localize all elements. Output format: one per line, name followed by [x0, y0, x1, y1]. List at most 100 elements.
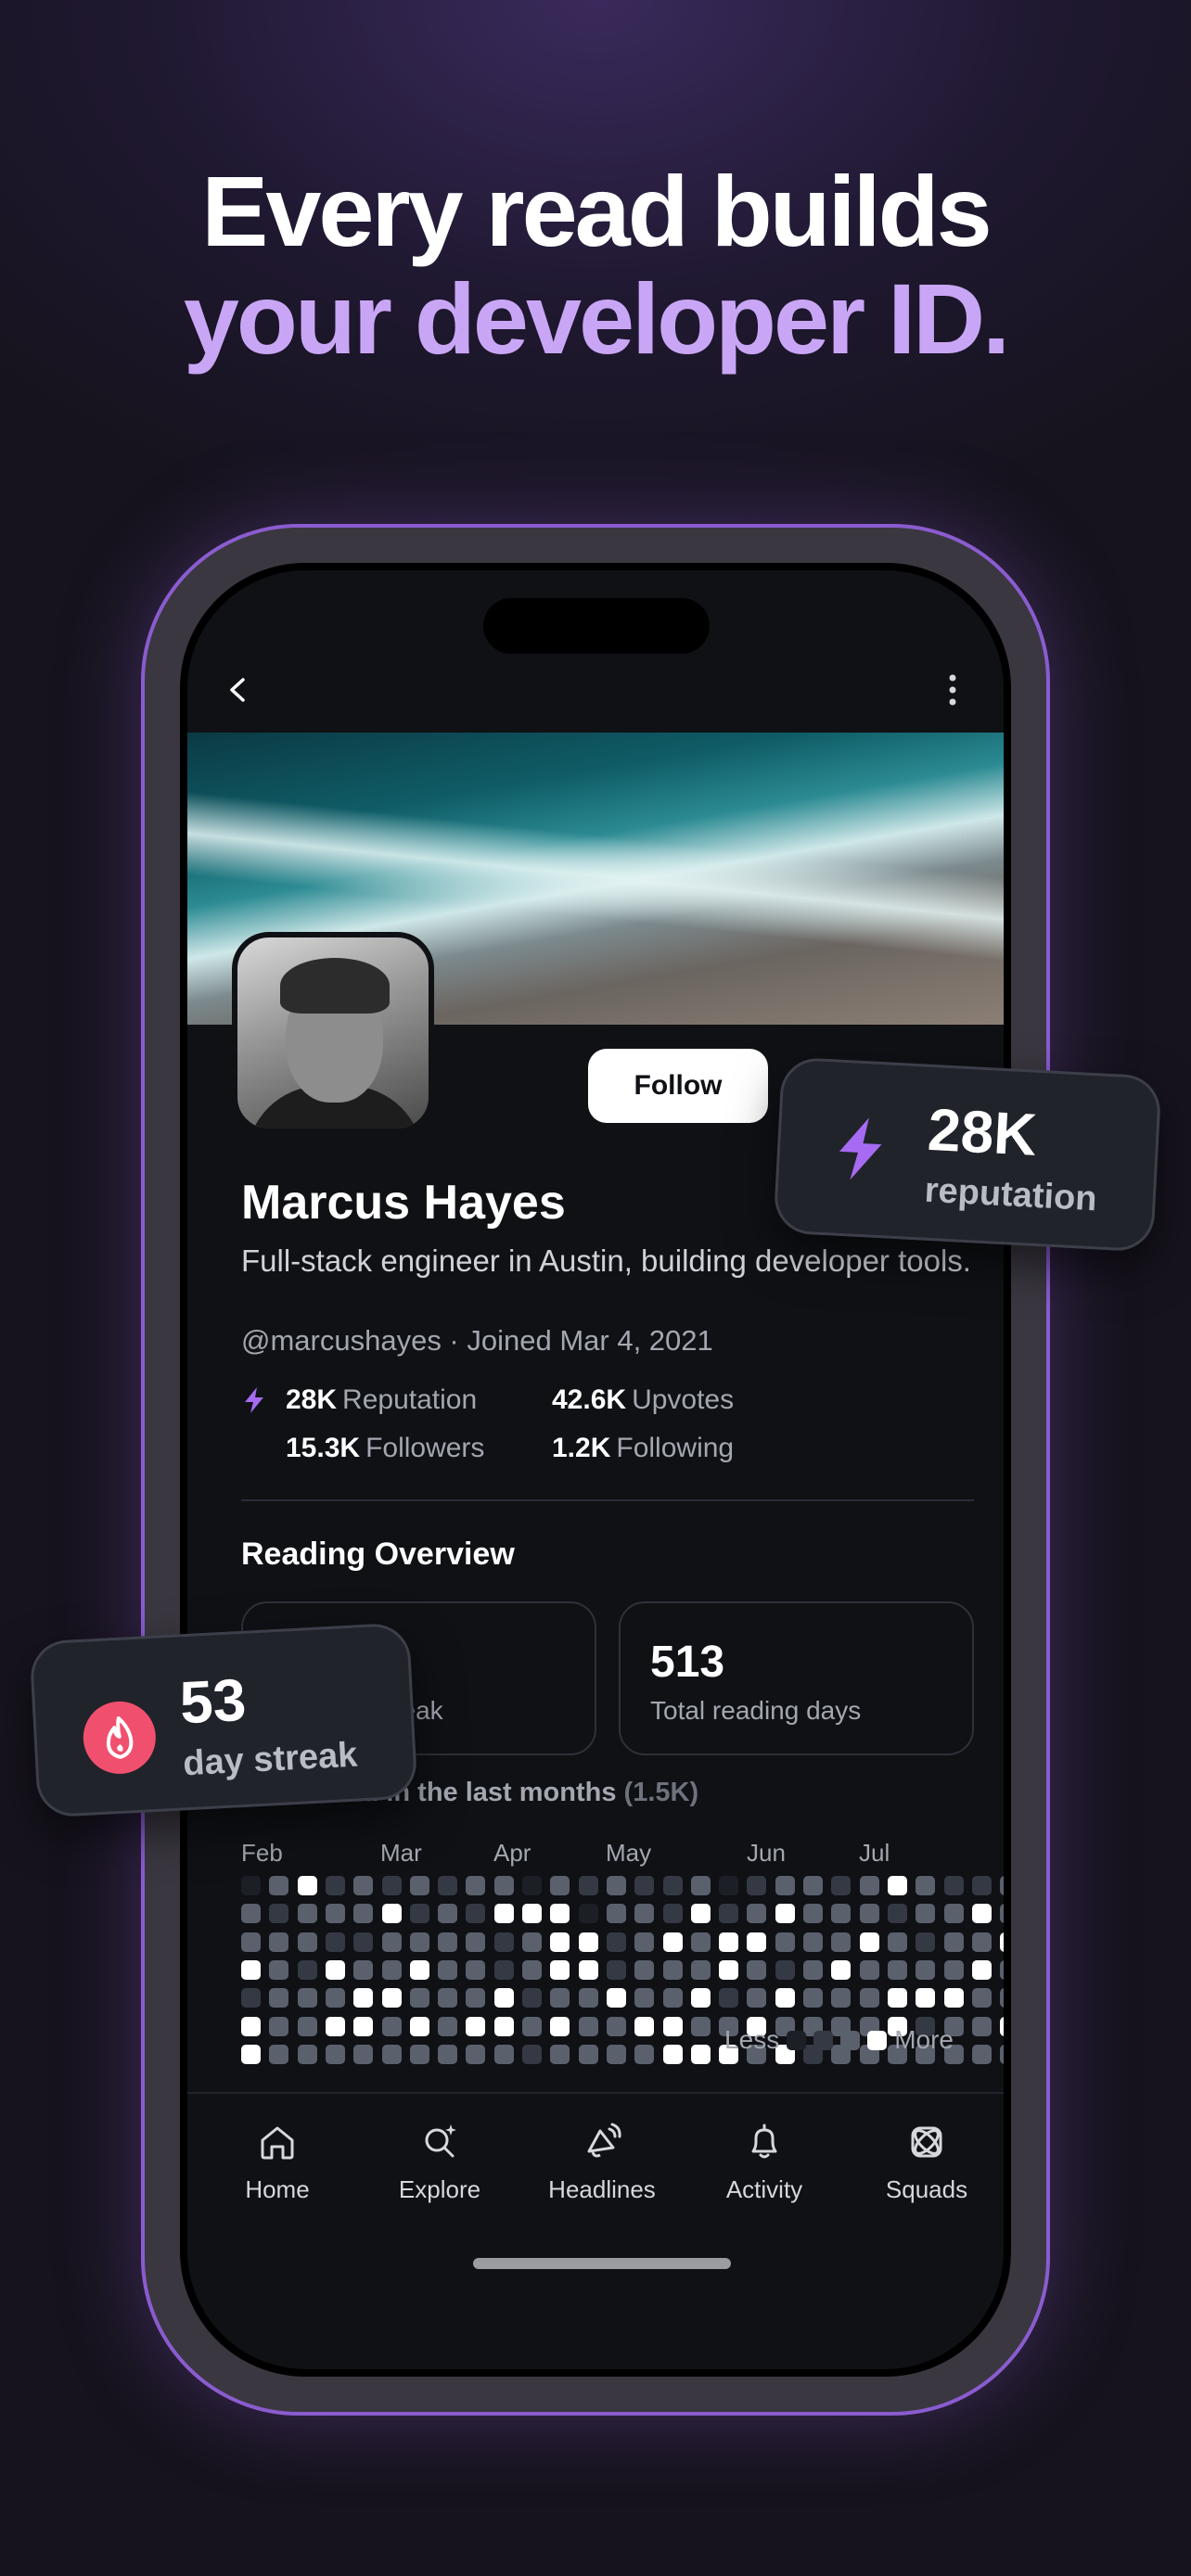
heatmap-cell [634, 1876, 655, 1895]
heatmap-cell [1000, 1988, 1004, 2009]
heatmap-cell [381, 1988, 402, 2009]
heatmap-cell [719, 1988, 739, 2009]
heatmap-cell [241, 2016, 261, 2036]
heatmap-cell [606, 2016, 626, 2036]
tab-explore[interactable]: Explore [361, 2120, 519, 2204]
tab-headlines[interactable]: Headlines [523, 2120, 681, 2204]
heatmap-cell [690, 1876, 711, 1895]
home-icon [261, 2126, 294, 2160]
heatmap-cell [859, 1932, 879, 1952]
heatmap-cell [662, 1876, 683, 1895]
heatmap-cell [381, 2016, 402, 2036]
heatmap-cell [381, 1959, 402, 1980]
heatmap-cell [747, 1932, 767, 1952]
heatmap-cell [353, 1932, 374, 1952]
heatmap-cell [606, 1988, 626, 2009]
heatmap-cell [438, 1876, 458, 1895]
month-label: Feb [241, 1839, 283, 1867]
reputation-bolt-icon [245, 1387, 263, 1413]
heatmap-cell [241, 2044, 261, 2064]
month-label: Jun [747, 1839, 786, 1867]
heatmap-cell [1000, 1904, 1004, 1924]
heatmap-cell [859, 1876, 879, 1895]
heatmap-cell [831, 1988, 852, 2009]
heatmap-cell [325, 2016, 345, 2036]
profile-bio: Full-stack engineer in Austin, building … [241, 1243, 971, 1278]
streak-badge-label: day streak [182, 1735, 359, 1784]
heatmap-cell [297, 1959, 317, 1980]
heatmap-cell [887, 1876, 907, 1895]
stat-reputation-value: 28K [286, 1384, 338, 1415]
heatmap-cell [634, 2044, 655, 2064]
heatmap-cell [1000, 1932, 1004, 1952]
heatmap-cell [887, 1932, 907, 1952]
heatmap-cell [859, 1904, 879, 1924]
heatmap-cell [409, 2044, 429, 2064]
back-icon[interactable] [224, 677, 250, 703]
explore-icon [425, 2124, 456, 2158]
heatmap-cell [831, 1904, 852, 1924]
heatmap-cell [943, 1959, 964, 1980]
stat-following[interactable]: 1.2K Following [552, 1433, 734, 1464]
heatmap-cell [971, 1959, 992, 1980]
bell-icon [751, 2123, 777, 2159]
legend-swatch [787, 2030, 807, 2050]
heatmap-cell [269, 2016, 289, 2036]
tab-activity[interactable]: Activity [685, 2120, 843, 2204]
heatmap-cell [381, 1876, 402, 1895]
heatmap-cell [438, 1988, 458, 2009]
heatmap-cell [325, 1988, 345, 2009]
month-label: Apr [493, 1839, 531, 1867]
heatmap-cell [325, 1904, 345, 1924]
tab-squads[interactable]: Squads [848, 2120, 1004, 2204]
heatmap-cell [438, 1904, 458, 1924]
heatmap-cell [690, 2044, 711, 2064]
heatmap-cell [578, 1959, 598, 1980]
heatmap-cell [493, 1904, 514, 1924]
heatmap-cell [690, 1932, 711, 1952]
heatmap-cell [634, 1904, 655, 1924]
fire-icon [106, 1715, 134, 1759]
reading-days-card: 513 Total reading days [619, 1601, 974, 1755]
follow-button[interactable]: Follow [588, 1049, 768, 1123]
heatmap-cell [409, 1932, 429, 1952]
reputation-badge-label: reputation [923, 1170, 1098, 1219]
stat-followers[interactable]: 15.3K Followers [286, 1433, 484, 1464]
home-indicator [473, 2258, 731, 2269]
month-label: Mar [380, 1839, 422, 1867]
heatmap-cell [859, 1959, 879, 1980]
heatmap-cell [409, 1959, 429, 1980]
month-label: Jul [859, 1839, 890, 1867]
stat-followers-label: Followers [365, 1433, 485, 1463]
heatmap-cell [943, 1988, 964, 2009]
tab-headlines-label: Headlines [548, 2175, 656, 2203]
stat-reputation[interactable]: 28K Reputation [286, 1384, 477, 1416]
headlines-icon [587, 2123, 621, 2158]
heatmap-cell [775, 1904, 795, 1924]
heatmap-cell [803, 1959, 823, 1980]
heatmap-cell [578, 1876, 598, 1895]
heatmap-cell [719, 1932, 739, 1952]
heatmap-cell [719, 1904, 739, 1924]
top-bar [187, 649, 1004, 731]
tab-home[interactable]: Home [198, 2120, 356, 2204]
heatmap-cell [606, 2044, 626, 2064]
heatmap-cell [466, 1904, 486, 1924]
stat-upvotes[interactable]: 42.6K Upvotes [552, 1384, 734, 1416]
heatmap-cell [297, 1988, 317, 2009]
heatmap-cell [381, 1904, 402, 1924]
stat-reputation-label: Reputation [342, 1384, 478, 1415]
heatmap-cell [522, 1959, 542, 1980]
posts-read-count: (1.5K) [623, 1778, 699, 1807]
heatmap-cell [606, 1959, 626, 1980]
more-options-icon[interactable] [948, 673, 957, 707]
heatmap-cell [241, 1904, 261, 1924]
heatmap-cell [550, 1988, 570, 2009]
reputation-badge-card: 28K reputation [773, 1056, 1162, 1253]
legend-swatch [840, 2030, 861, 2050]
heatmap-cell [747, 1876, 767, 1895]
headline-line-1: Every read builds [201, 155, 992, 267]
app-screen: Follow Marcus Hayes Full-stack engineer … [187, 570, 1004, 2369]
heatmap-cell [971, 2044, 992, 2064]
headline-line-2: your developer ID. [183, 262, 1010, 375]
